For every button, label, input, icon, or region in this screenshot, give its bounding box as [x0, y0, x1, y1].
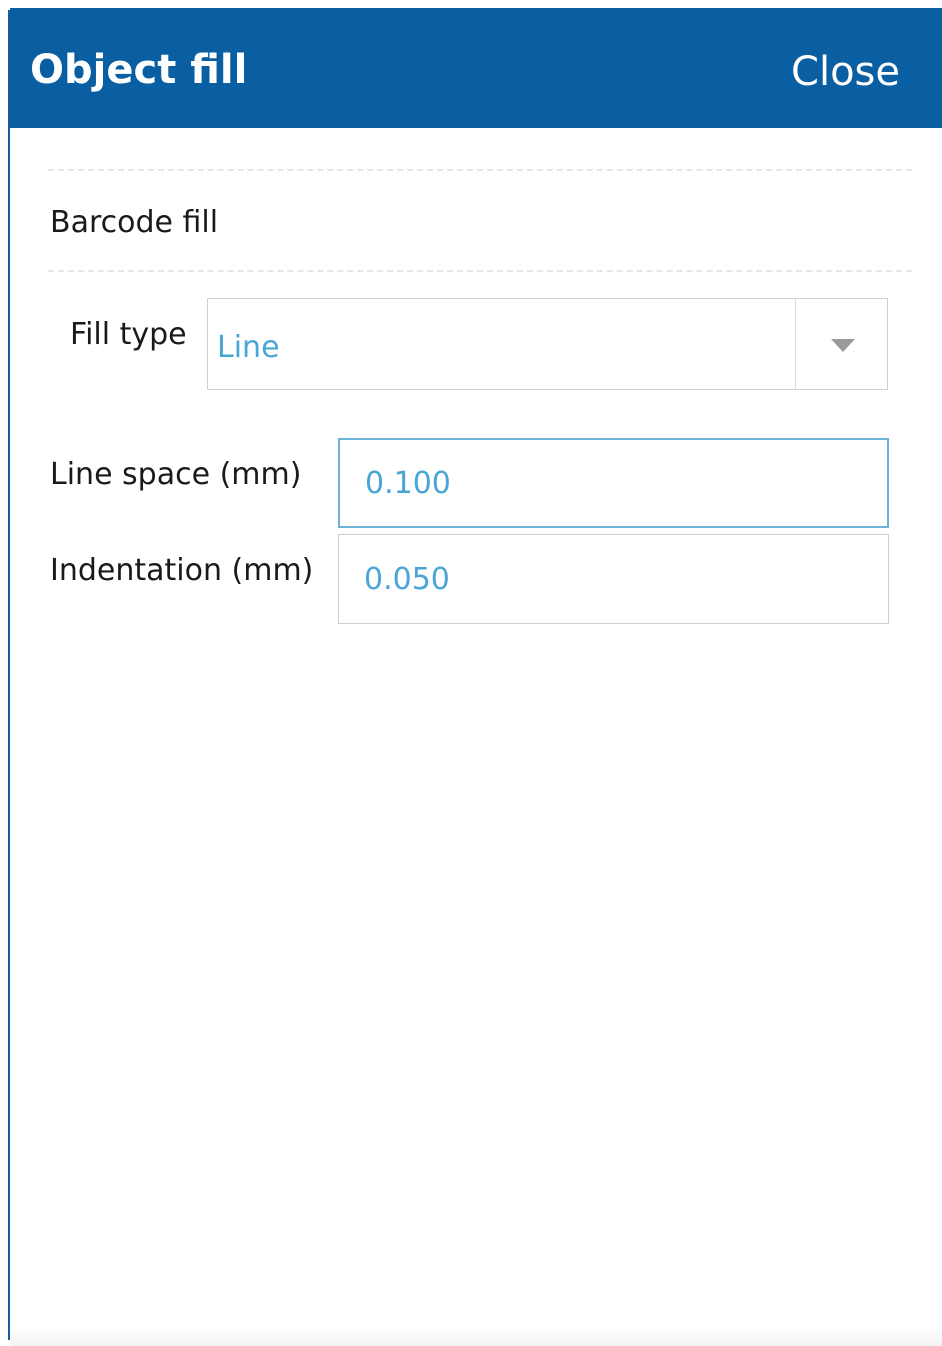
panel-header: Object fill Close	[10, 8, 942, 128]
line-space-input[interactable]	[338, 438, 889, 528]
chevron-down-icon[interactable]	[831, 339, 855, 352]
select-divider	[795, 299, 796, 389]
object-fill-panel: Object fill Close Barcode fill Fill type…	[0, 0, 942, 1346]
line-space-label: Line space (mm)	[50, 457, 302, 492]
close-button[interactable]: Close	[791, 44, 900, 100]
section-divider-bottom	[48, 270, 912, 272]
panel-left-border	[8, 10, 10, 1340]
section-divider-top	[48, 169, 912, 171]
section-label-barcode-fill: Barcode fill	[50, 205, 219, 240]
indentation-label: Indentation (mm)	[50, 553, 314, 588]
fill-type-label: Fill type	[70, 317, 187, 352]
panel-bottom-edge	[10, 1326, 942, 1346]
indentation-input[interactable]	[338, 534, 889, 624]
fill-type-select[interactable]: Line	[207, 298, 888, 390]
panel-title: Object fill	[30, 47, 248, 93]
fill-type-selected-value: Line	[217, 330, 280, 365]
